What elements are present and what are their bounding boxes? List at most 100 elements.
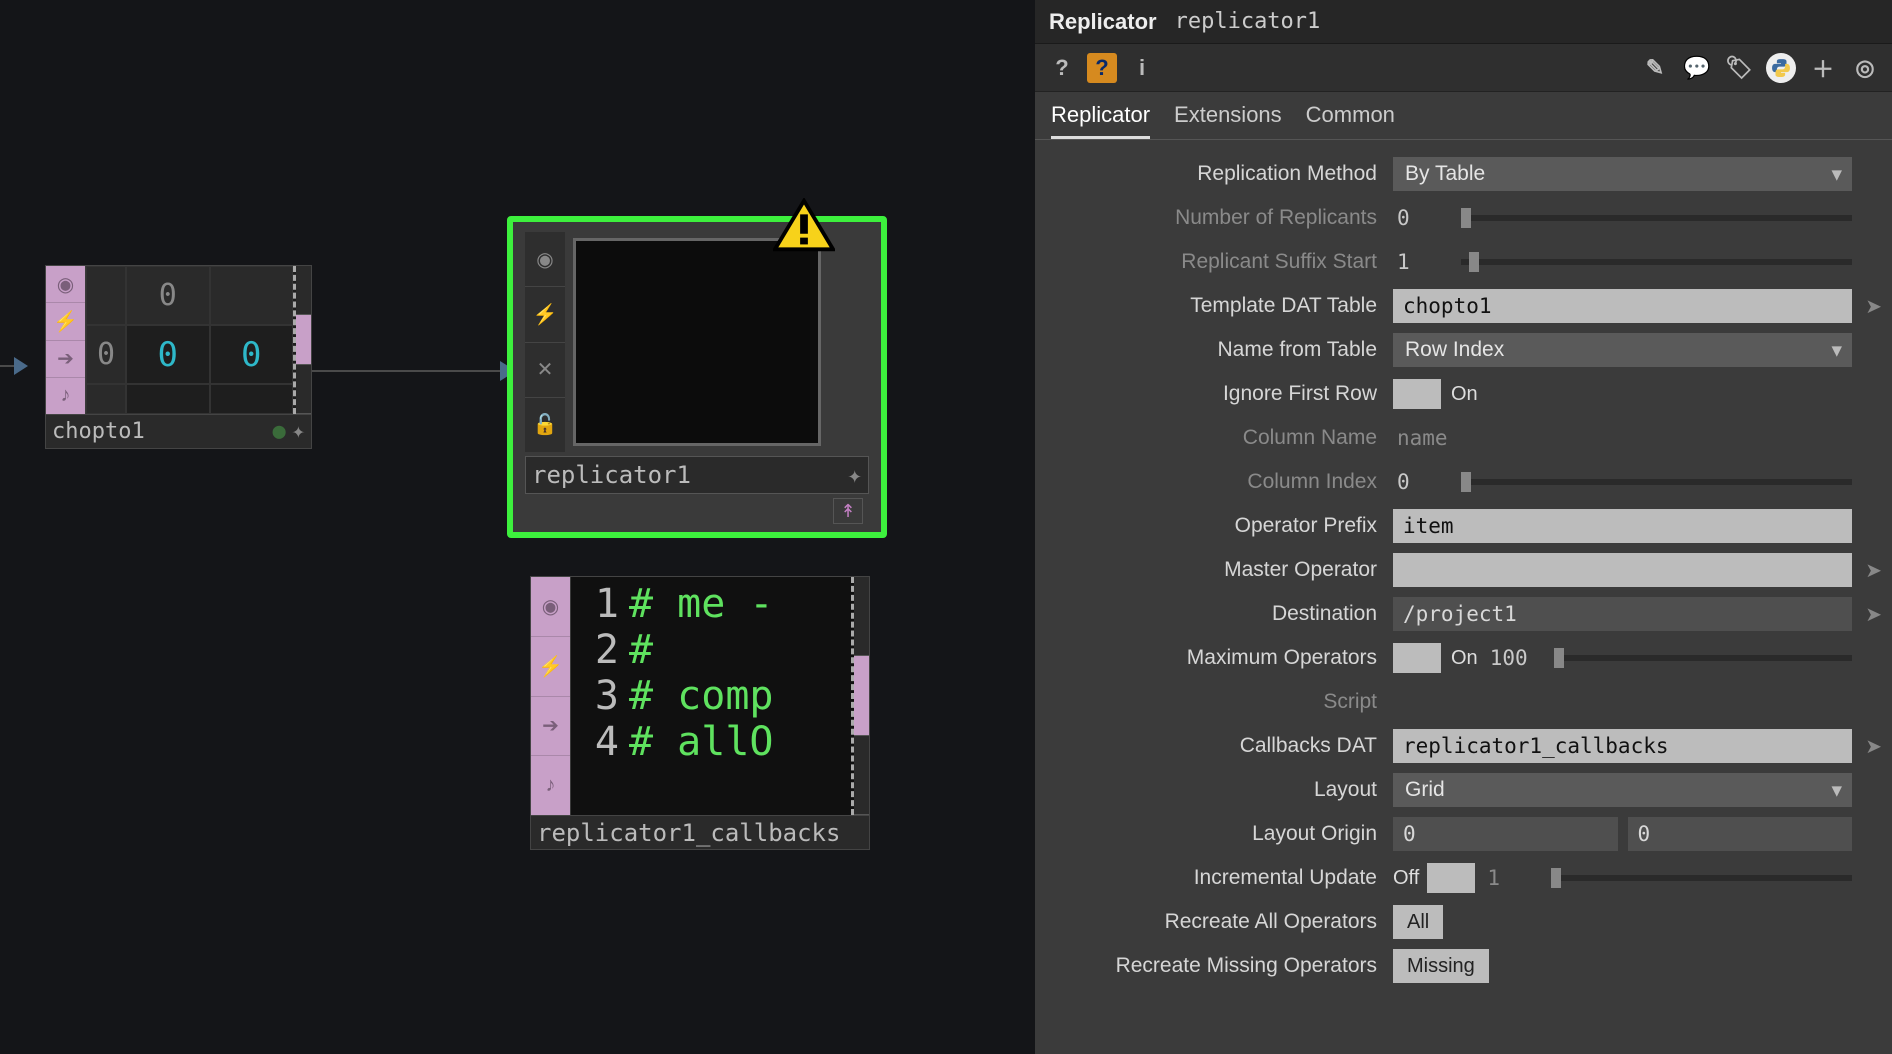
- param-name-from-table: Name from Table Row Index: [1045, 330, 1882, 370]
- viewer-active-icon[interactable]: ✦: [292, 419, 305, 444]
- bolt-icon[interactable]: ⚡: [531, 637, 570, 697]
- column-index-value[interactable]: 0: [1393, 470, 1447, 494]
- info-icon[interactable]: i: [1127, 53, 1157, 83]
- param-layout: Layout Grid: [1045, 770, 1882, 810]
- param-tabs: Replicator Extensions Common: [1035, 92, 1892, 140]
- close-icon[interactable]: ✕: [525, 343, 565, 398]
- goto-arrow-icon[interactable]: ➤: [1865, 294, 1882, 319]
- edit-icon[interactable]: ✎: [1640, 53, 1670, 83]
- layout-origin-y[interactable]: 0: [1628, 817, 1853, 851]
- record-icon[interactable]: ◉: [531, 577, 570, 637]
- master-operator-field[interactable]: [1393, 553, 1852, 587]
- comment-icon[interactable]: 💬: [1682, 53, 1712, 83]
- goto-arrow-icon[interactable]: ➤: [1865, 558, 1882, 583]
- layout-dropdown[interactable]: Grid: [1393, 773, 1852, 807]
- name-from-table-dropdown[interactable]: Row Index: [1393, 333, 1852, 367]
- cooking-dot-icon: ●: [273, 419, 286, 444]
- param-template-dat: Template DAT Table chopto1 ➤: [1045, 286, 1882, 326]
- network-pane[interactable]: ◉ ⚡ ➔ ♪ 0 0 0 0 chopto1 ● ✦: [0, 0, 1035, 1054]
- destination-field[interactable]: /project1: [1393, 597, 1852, 631]
- param-num-replicants: Number of Replicants 0: [1045, 198, 1882, 238]
- num-replicants-value[interactable]: 0: [1393, 206, 1447, 230]
- param-replication-method: Replication Method By Table: [1045, 154, 1882, 194]
- recreate-all-button[interactable]: All: [1393, 905, 1443, 939]
- ignore-first-row-toggle[interactable]: On: [1393, 377, 1478, 411]
- replicator-preview: [573, 238, 821, 446]
- max-operators-value[interactable]: 100: [1486, 646, 1540, 670]
- param-column-index: Column Index 0: [1045, 462, 1882, 502]
- param-body: Replication Method By Table Number of Re…: [1035, 140, 1892, 1054]
- node-output-bar[interactable]: [829, 232, 869, 452]
- tab-common[interactable]: Common: [1306, 102, 1395, 139]
- incremental-toggle[interactable]: Off: [1393, 861, 1475, 895]
- help-wiki-icon[interactable]: ?: [1087, 53, 1117, 83]
- param-column-name: Column Name name: [1045, 418, 1882, 458]
- bolt-icon[interactable]: ⚡: [525, 287, 565, 342]
- column-index-slider[interactable]: [1461, 479, 1852, 485]
- node-chopto1[interactable]: ◉ ⚡ ➔ ♪ 0 0 0 0 chopto1 ● ✦: [45, 265, 312, 449]
- node-output-bar[interactable]: [854, 577, 869, 815]
- arrow-icon[interactable]: ➔: [531, 697, 570, 757]
- param-destination: Destination /project1 ➤: [1045, 594, 1882, 634]
- viewer-active-icon[interactable]: ✦: [848, 461, 862, 489]
- recreate-missing-button[interactable]: Missing: [1393, 949, 1489, 983]
- num-replicants-slider[interactable]: [1461, 215, 1852, 221]
- param-suffix-start: Replicant Suffix Start 1: [1045, 242, 1882, 282]
- max-operators-toggle[interactable]: On: [1393, 641, 1478, 675]
- node-name: replicator1: [532, 461, 691, 489]
- callbacks-dat-field[interactable]: replicator1_callbacks: [1393, 729, 1852, 763]
- param-recreate-missing: Recreate Missing Operators Missing: [1045, 946, 1882, 986]
- column-name-value[interactable]: name: [1393, 426, 1448, 450]
- pulse-icon[interactable]: ↟: [833, 498, 863, 524]
- replication-method-dropdown[interactable]: By Table: [1393, 157, 1852, 191]
- param-recreate-all: Recreate All Operators All: [1045, 902, 1882, 942]
- param-callbacks-dat: Callbacks DAT replicator1_callbacks ➤: [1045, 726, 1882, 766]
- parameter-pane: Replicator replicator1 ? ? i ✎ 💬 🏷 ＋ ◎ R…: [1035, 0, 1892, 1054]
- layout-origin-x[interactable]: 0: [1393, 817, 1618, 851]
- suffix-start-value[interactable]: 1: [1393, 250, 1447, 274]
- wire-input: [0, 365, 22, 367]
- suffix-start-slider[interactable]: [1461, 259, 1852, 265]
- table-header-value: 0: [126, 266, 210, 325]
- param-header: Replicator replicator1: [1035, 0, 1892, 44]
- node-flag-gutter[interactable]: ◉ ⚡ ✕ 🔓: [525, 232, 565, 452]
- warning-icon: [773, 198, 835, 254]
- goto-arrow-icon[interactable]: ➤: [1865, 602, 1882, 627]
- template-dat-field[interactable]: chopto1: [1393, 289, 1852, 323]
- operator-prefix-field[interactable]: item: [1393, 509, 1852, 543]
- node-output-bar[interactable]: [296, 266, 311, 414]
- param-layout-origin: Layout Origin 0 0: [1045, 814, 1882, 854]
- tab-extensions[interactable]: Extensions: [1174, 102, 1282, 139]
- unlock-icon[interactable]: 🔓: [525, 398, 565, 452]
- incremental-value[interactable]: 1: [1483, 866, 1537, 890]
- operator-type: Replicator: [1049, 9, 1157, 35]
- record-icon[interactable]: ◉: [525, 232, 565, 287]
- param-ignore-first-row: Ignore First Row On: [1045, 374, 1882, 414]
- goto-arrow-icon[interactable]: ➤: [1865, 734, 1882, 759]
- param-script-section: Script: [1045, 682, 1882, 722]
- arrow-icon[interactable]: ➔: [46, 341, 85, 378]
- node-replicator1[interactable]: ◉ ⚡ ✕ 🔓 replicator1 ✦ ↟: [507, 216, 887, 538]
- param-master-operator: Master Operator ➤: [1045, 550, 1882, 590]
- operator-name[interactable]: replicator1: [1175, 9, 1321, 34]
- target-icon[interactable]: ◎: [1850, 53, 1880, 83]
- chopto-table-preview: 0 0 0 0: [86, 266, 296, 414]
- node-name: replicator1_callbacks: [537, 819, 840, 847]
- param-toolbar: ? ? i ✎ 💬 🏷 ＋ ◎: [1035, 44, 1892, 92]
- help-icon[interactable]: ?: [1047, 53, 1077, 83]
- bolt-icon[interactable]: ⚡: [46, 303, 85, 340]
- record-icon[interactable]: ◉: [46, 266, 85, 303]
- callbacks-code-preview: 1# me - 2# 3# comp 4# allO: [571, 577, 854, 815]
- tab-replicator[interactable]: Replicator: [1051, 102, 1150, 139]
- incremental-slider[interactable]: [1551, 875, 1852, 881]
- node-replicator1-callbacks[interactable]: ◉ ⚡ ➔ ♪ 1# me - 2# 3# comp 4# allO repli…: [530, 576, 870, 850]
- python-icon[interactable]: [1766, 53, 1796, 83]
- note-icon[interactable]: ♪: [531, 756, 570, 815]
- max-operators-slider[interactable]: [1554, 655, 1852, 661]
- wire-chopto-to-replicator: [312, 370, 502, 372]
- note-icon[interactable]: ♪: [46, 378, 85, 414]
- node-flag-gutter[interactable]: ◉ ⚡ ➔ ♪: [531, 577, 571, 815]
- tag-icon[interactable]: 🏷: [1724, 53, 1754, 83]
- node-flag-gutter[interactable]: ◉ ⚡ ➔ ♪: [46, 266, 86, 414]
- plus-icon[interactable]: ＋: [1808, 53, 1838, 83]
